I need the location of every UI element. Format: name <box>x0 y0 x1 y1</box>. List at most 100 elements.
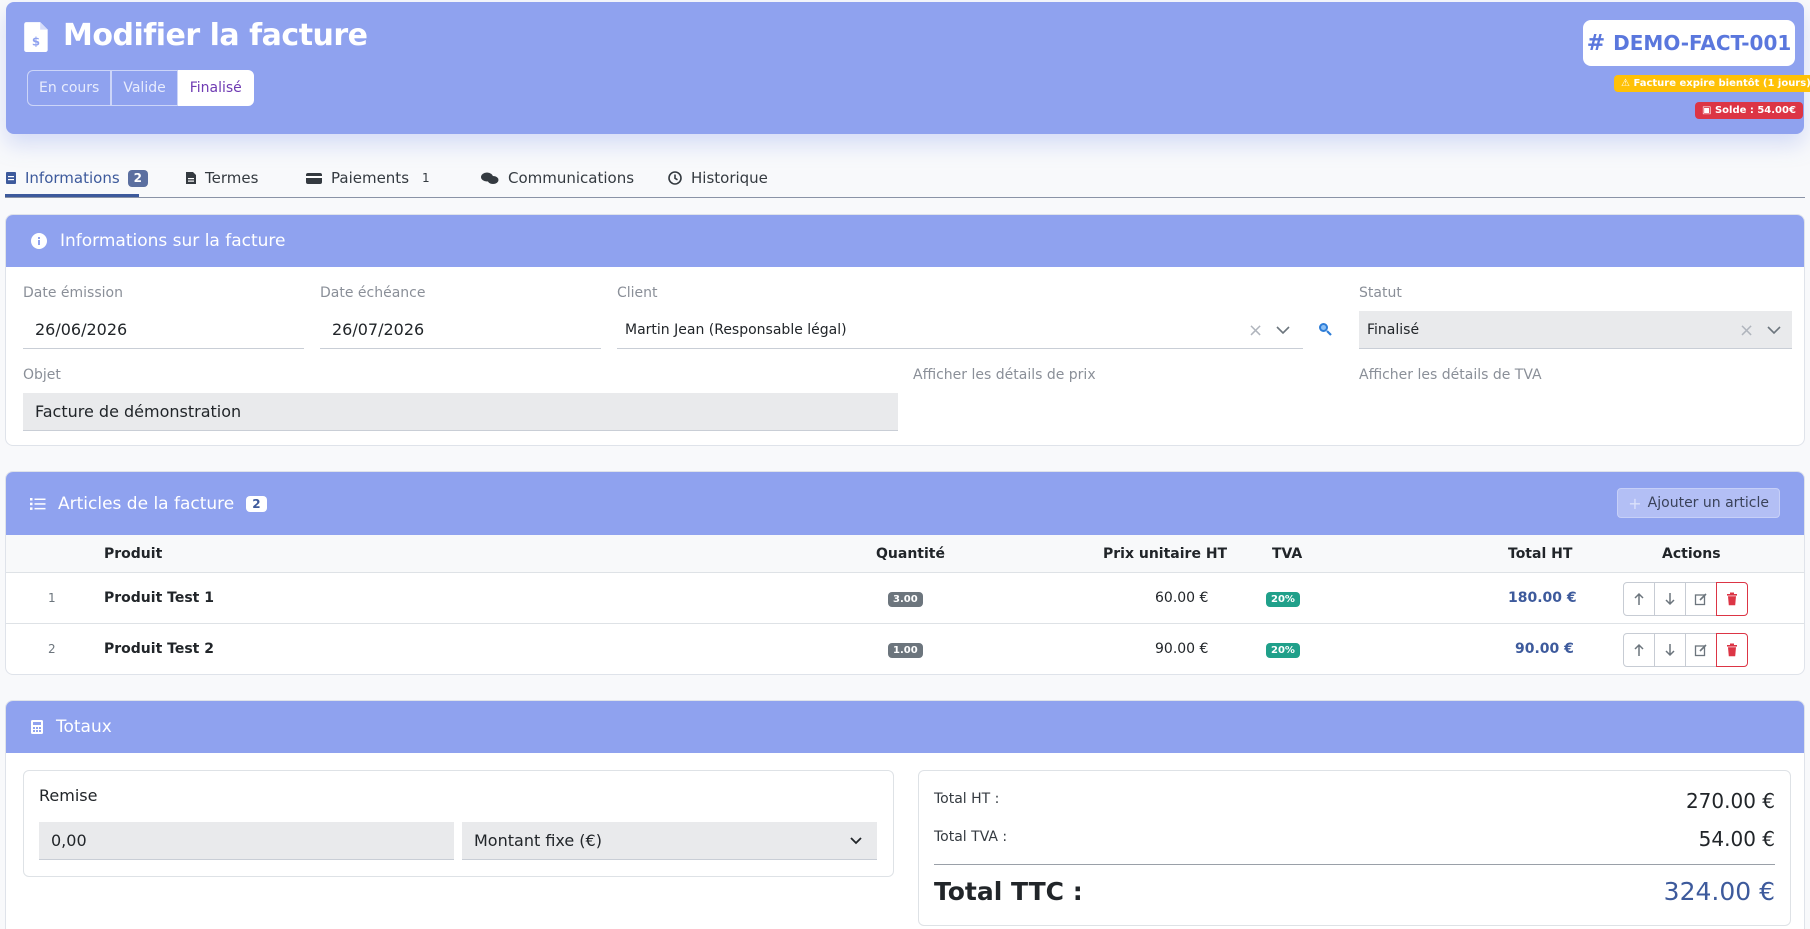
tab-paiements[interactable]: Paiements 1 <box>305 168 435 188</box>
info-card-header: Informations sur la facture <box>6 215 1804 267</box>
total-ht-label: Total HT : <box>934 791 1000 807</box>
row-total: 90.00 € <box>1515 641 1574 657</box>
tab-paiements-count: 1 <box>422 171 430 185</box>
expiry-warning-text: Facture expire bientôt (1 jours) <box>1633 78 1810 89</box>
expiry-warning-badge: ⚠ Facture expire bientôt (1 jours) <box>1614 75 1810 92</box>
page-header: $ Modifier la facture En cours Valide Fi… <box>6 2 1810 134</box>
move-up-button[interactable] <box>1623 633 1655 667</box>
search-icon[interactable] <box>1317 321 1333 337</box>
page-title: Modifier la facture <box>63 18 368 53</box>
column-header-actions: Actions <box>1662 546 1721 562</box>
delete-button[interactable] <box>1716 633 1748 667</box>
arrow-down-icon <box>1665 593 1675 606</box>
total-ttc-label: Total TTC : <box>934 877 1083 906</box>
row-actions <box>1623 633 1748 667</box>
prix-details-label: Afficher les détails de prix <box>913 367 1096 383</box>
objet-input[interactable]: Facture de démonstration <box>23 393 898 431</box>
row-total: 180.00 € <box>1508 590 1577 606</box>
add-article-button[interactable]: + Ajouter un article <box>1617 488 1780 518</box>
move-down-button[interactable] <box>1654 582 1686 616</box>
tab-paiements-label: Paiements <box>331 169 410 187</box>
statut-select-value: Finalisé <box>1367 321 1420 338</box>
column-header-total-ht: Total HT <box>1508 546 1573 562</box>
product-name: Produit Test 2 <box>104 641 214 657</box>
column-header-produit: Produit <box>104 546 163 562</box>
status-finalise-button[interactable]: Finalisé <box>177 70 254 106</box>
arrow-up-icon <box>1634 592 1644 605</box>
product-name: Produit Test 1 <box>104 590 214 606</box>
file-icon <box>186 172 196 184</box>
tab-historique[interactable]: Historique <box>667 168 768 188</box>
invoice-reference: # DEMO-FACT-001 <box>1583 20 1795 66</box>
status-en-cours-button[interactable]: En cours <box>27 70 112 106</box>
move-down-button[interactable] <box>1654 633 1686 667</box>
edit-button[interactable] <box>1685 582 1717 616</box>
prix-details-toggle[interactable] <box>914 445 964 446</box>
status-button-group: En cours Valide Finalisé <box>27 70 254 106</box>
edit-button[interactable] <box>1685 633 1717 667</box>
total-ttc-value: 324.00 € <box>1663 877 1775 906</box>
svg-text:$: $ <box>32 35 40 49</box>
column-header-tva: TVA <box>1272 546 1303 562</box>
articles-card-header: Articles de la facture 2 + Ajouter un ar… <box>6 472 1804 535</box>
row-number: 2 <box>48 642 56 656</box>
warning-icon: ⚠ <box>1621 78 1630 89</box>
tab-informations[interactable]: Informations 2 <box>5 168 149 188</box>
tva-badge: 20% <box>1266 643 1300 658</box>
plus-icon: + <box>1628 493 1642 513</box>
clear-statut-icon[interactable]: × <box>1739 320 1754 341</box>
client-select[interactable]: Martin Jean (Responsable légal) <box>617 311 1303 349</box>
file-lines-icon <box>6 172 16 184</box>
tab-informations-label: Informations <box>25 169 120 187</box>
totals-summary-panel: Total HT : 270.00 € Total TVA : 54.00 € … <box>918 770 1791 926</box>
comments-icon <box>481 172 499 184</box>
unit-price: 60.00 € <box>1155 590 1209 606</box>
client-label: Client <box>617 285 658 301</box>
remise-label: Remise <box>39 786 98 805</box>
active-tab-indicator <box>5 194 139 197</box>
clear-client-icon[interactable]: × <box>1248 320 1263 341</box>
total-ht-value: 270.00 € <box>1685 789 1775 813</box>
remise-panel: Remise 0,00 Montant fixe (€) <box>23 770 894 877</box>
tab-termes-label: Termes <box>205 169 259 187</box>
statut-label: Statut <box>1359 285 1402 301</box>
money-icon: ▣ <box>1702 105 1712 116</box>
tab-communications-label: Communications <box>508 169 635 187</box>
list-icon <box>30 497 46 510</box>
edit-icon <box>1694 593 1707 606</box>
info-card-title: Informations sur la facture <box>60 231 286 251</box>
date-emission-input[interactable]: 26/06/2026 <box>23 311 304 349</box>
edit-icon <box>1694 644 1707 657</box>
articles-card-title: Articles de la facture <box>58 493 235 514</box>
status-valide-button[interactable]: Valide <box>111 70 178 106</box>
trash-icon <box>1727 643 1737 657</box>
delete-button[interactable] <box>1716 582 1748 616</box>
date-echeance-label: Date échéance <box>320 285 426 301</box>
tab-historique-label: Historique <box>691 169 768 187</box>
tab-communications[interactable]: Communications <box>480 168 634 188</box>
chevron-down-icon[interactable] <box>1276 325 1290 335</box>
tab-bar: Informations 2 Termes Paiements 1 Commun… <box>5 160 1805 198</box>
total-tva-value: 54.00 € <box>1698 827 1775 851</box>
invoice-icon: $ <box>24 22 48 52</box>
chevron-down-icon <box>850 836 862 844</box>
trash-icon <box>1727 592 1737 606</box>
remise-input[interactable]: 0,00 <box>39 822 454 860</box>
move-up-button[interactable] <box>1623 582 1655 616</box>
totals-card-header: Totaux <box>6 701 1804 753</box>
objet-label: Objet <box>23 367 61 383</box>
row-actions <box>1623 582 1748 616</box>
quantity-badge: 3.00 <box>888 592 923 607</box>
date-echeance-input[interactable]: 26/07/2026 <box>320 311 601 349</box>
articles-card: Articles de la facture 2 + Ajouter un ar… <box>5 471 1805 675</box>
remise-type-select[interactable]: Montant fixe (€) <box>462 822 877 860</box>
client-select-value: Martin Jean (Responsable légal) <box>625 321 847 338</box>
chevron-down-icon[interactable] <box>1767 325 1781 335</box>
totals-divider <box>934 864 1775 865</box>
tab-termes[interactable]: Termes <box>185 168 258 188</box>
statut-select[interactable]: Finalisé <box>1359 311 1792 349</box>
total-tva-label: Total TVA : <box>934 829 1008 845</box>
hash-icon: # <box>1586 30 1606 56</box>
info-icon <box>31 233 47 249</box>
tva-badge: 20% <box>1266 592 1300 607</box>
